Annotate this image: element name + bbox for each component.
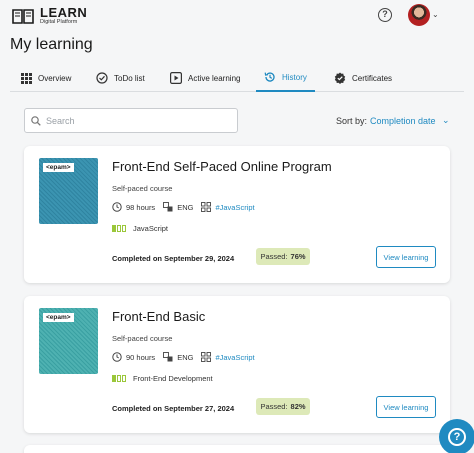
tab-todo-list[interactable]: ToDo list [96,64,145,92]
avatar[interactable] [408,4,430,26]
tab-label: Active learning [188,73,241,83]
language-icon [163,202,173,212]
grid-icon [20,72,32,84]
tab-bar: Overview ToDo list Active learning Histo… [10,64,464,92]
course-meta: 90 hours ENG #JavaScript [112,352,255,362]
tab-label: Overview [38,73,72,83]
course-skill: Front-End Development [112,374,213,383]
course-title[interactable]: Front-End Self-Paced Online Program [112,159,332,174]
course-card: <epam> Front-End Basic Self-paced course… [24,296,450,433]
logo-title: LEARN [40,5,88,20]
sort-label: Sort by: [336,116,368,126]
chevron-down-icon[interactable]: ⌄ [432,10,439,19]
course-duration: 98 hours [126,202,156,212]
course-meta: 98 hours ENG #JavaScript [112,202,255,212]
passed-badge: Passed: 76% [256,248,310,265]
tag-grid-icon [201,352,212,362]
search-icon [31,115,41,126]
course-language: ENG [177,352,194,362]
certificate-icon [334,72,346,84]
tab-certificates[interactable]: Certificates [334,64,392,92]
app-header: LEARN Digital Platform ? ⌄ [0,0,474,32]
help-icon: ? [448,428,466,446]
help-icon[interactable]: ? [378,8,392,22]
course-thumbnail[interactable]: <epam> [39,308,98,374]
check-circle-icon [96,72,108,84]
completion-date: Completed on September 29, 2024 [112,254,235,263]
language-icon [163,352,173,362]
course-language: ENG [177,202,194,212]
passed-badge: Passed: 82% [256,398,310,415]
tag-grid-icon [201,202,212,212]
search-box[interactable] [24,108,238,133]
course-skill: JavaScript [112,224,168,233]
course-thumbnail[interactable]: <epam> [39,158,98,224]
tab-label: ToDo list [114,73,145,83]
sort-dropdown[interactable]: Completion date [370,116,436,126]
course-type: Self-paced course [112,184,173,193]
course-card-partial [24,445,450,453]
play-icon [170,72,182,84]
view-learning-button[interactable]: View learning [376,246,436,268]
course-duration: 90 hours [126,352,156,362]
tab-history[interactable]: History [256,64,315,92]
epam-badge: <epam> [43,163,74,172]
course-card: <epam> Front-End Self-Paced Online Progr… [24,146,450,283]
clock-icon [112,352,122,362]
course-tag[interactable]: #JavaScript [215,203,254,212]
skill-label: JavaScript [133,224,169,233]
passed-score: 76% [290,252,306,261]
skill-level-indicator [112,225,127,232]
logo[interactable]: LEARN Digital Platform [12,6,87,26]
course-title[interactable]: Front-End Basic [112,309,205,324]
epam-badge: <epam> [43,313,74,322]
completion-date: Completed on September 27, 2024 [112,404,235,413]
help-fab-button[interactable]: ? [439,419,474,453]
clock-icon [112,202,122,212]
tab-label: Certificates [352,73,393,83]
history-icon [264,71,276,83]
logo-subtitle: Digital Platform [40,19,78,25]
book-icon [12,9,34,24]
passed-label: Passed: [260,252,288,261]
skill-level-indicator [112,375,127,382]
search-input[interactable] [46,115,226,126]
tab-label: History [282,72,307,82]
passed-label: Passed: [260,402,288,411]
page-title: My learning [10,36,93,53]
passed-score: 82% [290,402,306,411]
chevron-down-icon[interactable]: ⌄ [442,115,450,126]
course-type: Self-paced course [112,334,173,343]
skill-label: Front-End Development [133,374,213,383]
tab-active-learning[interactable]: Active learning [170,64,240,92]
course-tag[interactable]: #JavaScript [215,353,254,362]
tab-overview[interactable]: Overview [20,64,71,92]
view-learning-button[interactable]: View learning [376,396,436,418]
